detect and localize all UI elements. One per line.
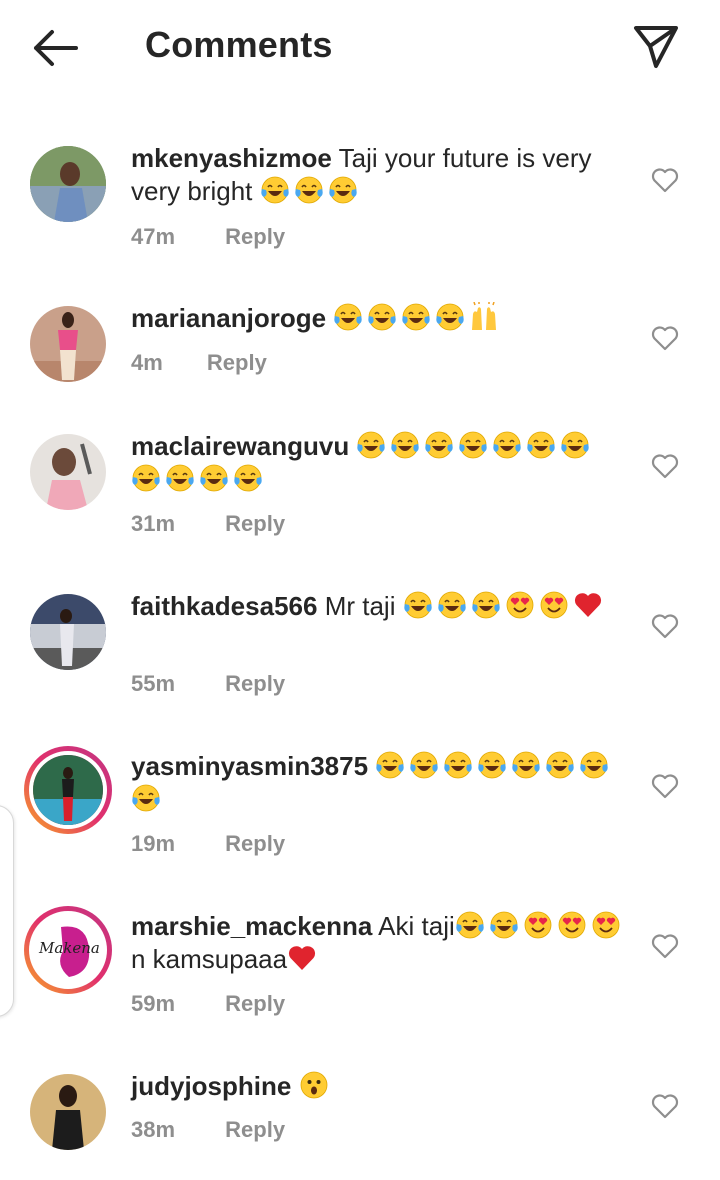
heart-outline-icon[interactable] — [651, 1093, 679, 1119]
tears-of-joy-emoji-icon — [132, 784, 160, 812]
comment-username[interactable]: mariananjoroge — [131, 303, 326, 333]
tears-of-joy-emoji-icon — [334, 303, 362, 331]
comment-username[interactable]: faithkadesa566 — [131, 591, 317, 621]
tears-of-joy-emoji-icon — [260, 176, 289, 204]
avatar — [29, 751, 107, 829]
tears-of-joy-emoji-icon — [410, 751, 438, 779]
comment-text: Mr taji — [324, 591, 396, 621]
comment-item: judyjosphine 38m Reply — [0, 1068, 720, 1168]
comment-time: 4m — [131, 350, 163, 375]
comment-time: 47m — [131, 224, 176, 249]
tears-of-joy-emoji-icon — [580, 751, 608, 779]
tears-of-joy-emoji-icon — [459, 431, 488, 459]
heart-outline-icon[interactable] — [651, 453, 679, 479]
tears-of-joy-emoji-icon — [456, 911, 484, 939]
tears-of-joy-emoji-icon — [472, 591, 500, 619]
comment-item: yasminyasmin3875 19m Reply — [0, 746, 720, 868]
tears-of-joy-emoji-icon — [493, 431, 522, 459]
comment-text-continued: n kamsupaaa — [131, 944, 288, 974]
reply-button[interactable]: Reply — [225, 991, 285, 1016]
tears-of-joy-emoji-icon — [132, 464, 160, 492]
page-title: Comments — [145, 24, 333, 65]
tears-of-joy-emoji-icon — [425, 431, 454, 459]
reply-button[interactable]: Reply — [225, 1117, 285, 1142]
reply-button[interactable]: Reply — [225, 831, 285, 856]
avatar[interactable] — [30, 146, 106, 222]
comment-username[interactable]: mkenyashizmoe — [131, 143, 332, 173]
reply-button[interactable]: Reply — [225, 224, 285, 249]
tears-of-joy-emoji-icon — [438, 591, 466, 619]
heart-outline-icon[interactable] — [651, 773, 679, 799]
comment-item: mariananjoroge 4m Reply — [0, 300, 720, 400]
red-heart-emoji-icon — [574, 593, 601, 617]
tears-of-joy-emoji-icon — [328, 176, 357, 204]
reply-button[interactable]: Reply — [225, 511, 285, 536]
tears-of-joy-emoji-icon — [234, 464, 262, 492]
comment-time: 59m — [131, 991, 176, 1016]
comment-item: Makena marshie_mackenna Aki taji n kamsup… — [0, 906, 720, 1028]
tears-of-joy-emoji-icon — [444, 751, 472, 779]
tears-of-joy-emoji-icon — [294, 176, 323, 204]
heart-eyes-emoji-icon — [506, 591, 534, 619]
tears-of-joy-emoji-icon — [527, 431, 556, 459]
heart-outline-icon[interactable] — [651, 167, 679, 193]
heart-eyes-emoji-icon — [592, 911, 620, 939]
avatar[interactable] — [30, 434, 106, 510]
tears-of-joy-emoji-icon — [436, 303, 464, 331]
avatar[interactable] — [30, 594, 106, 670]
avatar-story-ring[interactable] — [24, 746, 112, 834]
red-heart-emoji-icon — [289, 946, 316, 970]
reply-button[interactable]: Reply — [225, 671, 285, 696]
tears-of-joy-emoji-icon — [357, 431, 386, 459]
comment-time: 55m — [131, 671, 176, 696]
comment-text: Aki taji — [378, 911, 455, 941]
avatar[interactable] — [30, 1074, 106, 1150]
heart-eyes-emoji-icon — [540, 591, 568, 619]
header-bar: Comments — [0, 0, 720, 96]
tears-of-joy-emoji-icon — [200, 464, 228, 492]
paper-plane-icon[interactable] — [630, 22, 682, 70]
arrow-left-icon[interactable] — [30, 26, 82, 70]
tears-of-joy-emoji-icon — [546, 751, 574, 779]
astonished-face-emoji-icon — [300, 1071, 327, 1099]
comment-item: maclairewanguvu 31m Reply — [0, 428, 720, 548]
tears-of-joy-emoji-icon — [512, 751, 540, 779]
avatar-story-ring[interactable]: Makena — [24, 906, 112, 994]
heart-outline-icon[interactable] — [651, 933, 679, 959]
comment-time: 19m — [131, 831, 176, 856]
tears-of-joy-emoji-icon — [478, 751, 506, 779]
tears-of-joy-emoji-icon — [368, 303, 396, 331]
tears-of-joy-emoji-icon — [561, 431, 590, 459]
heart-eyes-emoji-icon — [558, 911, 586, 939]
reply-button[interactable]: Reply — [207, 350, 267, 375]
comment-item: faithkadesa566 Mr taji 55m Reply — [0, 588, 720, 708]
comment-item: mkenyashizmoe Taji your future is very v… — [0, 140, 720, 270]
heart-eyes-emoji-icon — [524, 911, 552, 939]
tears-of-joy-emoji-icon — [376, 751, 404, 779]
tears-of-joy-emoji-icon — [166, 464, 194, 492]
comment-username[interactable]: yasminyasmin3875 — [131, 751, 368, 781]
tears-of-joy-emoji-icon — [404, 591, 432, 619]
avatar-logo-text: Makena — [39, 939, 100, 957]
comment-username[interactable]: judyjosphine — [131, 1071, 291, 1101]
comment-username[interactable]: marshie_mackenna — [131, 911, 372, 941]
avatar: Makena — [29, 911, 107, 989]
avatar[interactable] — [30, 306, 106, 382]
heart-outline-icon[interactable] — [651, 613, 679, 639]
tears-of-joy-emoji-icon — [402, 303, 430, 331]
tears-of-joy-emoji-icon — [490, 911, 518, 939]
comment-time: 31m — [131, 511, 176, 536]
comment-username[interactable]: maclairewanguvu — [131, 431, 349, 461]
heart-outline-icon[interactable] — [651, 325, 679, 351]
edge-overlay-panel — [0, 805, 14, 1017]
comment-time: 38m — [131, 1117, 176, 1142]
tears-of-joy-emoji-icon — [391, 431, 420, 459]
raising-hands-emoji-icon — [472, 302, 497, 330]
